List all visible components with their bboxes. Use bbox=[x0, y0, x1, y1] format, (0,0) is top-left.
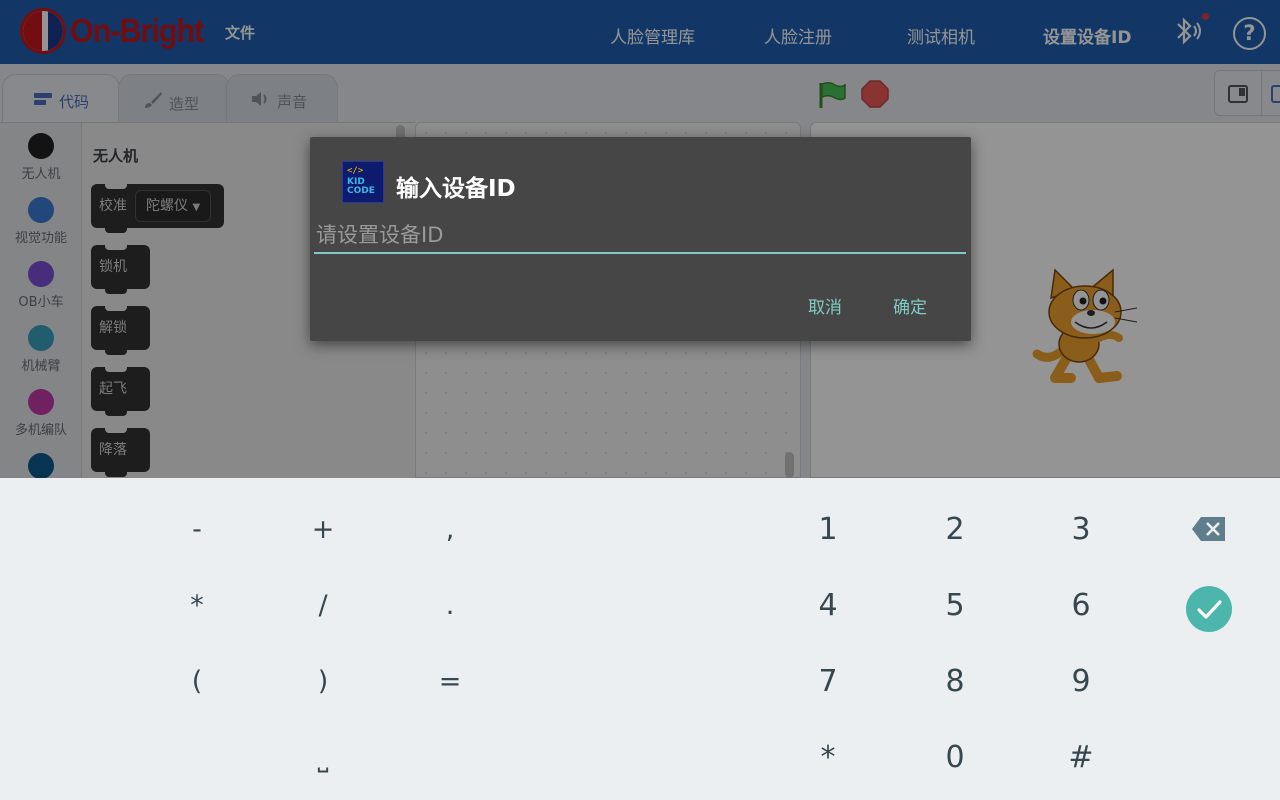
dialog-title: 输入设备ID bbox=[396, 176, 516, 202]
confirm-button[interactable]: 确定 bbox=[893, 293, 927, 318]
key-comma[interactable]: , bbox=[400, 500, 500, 560]
device-id-dialog: </> KID CODE 输入设备ID 取消 确定 bbox=[310, 137, 971, 341]
key-0[interactable]: 0 bbox=[905, 728, 1005, 788]
key-5[interactable]: 5 bbox=[905, 576, 1005, 636]
app-icon-code-glyph: </> bbox=[347, 166, 364, 176]
app-root: On-Bright 文件 人脸管理库 人脸注册 测试相机 设置设备ID ? 代码… bbox=[0, 0, 1280, 800]
backspace-icon[interactable] bbox=[1191, 516, 1227, 542]
checkmark-icon bbox=[1197, 600, 1222, 619]
key-9[interactable]: 9 bbox=[1031, 652, 1131, 712]
kidcode-app-icon: </> KID CODE bbox=[342, 161, 384, 203]
key-equals[interactable]: = bbox=[400, 652, 500, 712]
key-close-paren[interactable]: ) bbox=[273, 652, 373, 712]
app-icon-wordmark: KID CODE bbox=[347, 177, 375, 196]
key-8[interactable]: 8 bbox=[905, 652, 1005, 712]
key-open-paren[interactable]: ( bbox=[147, 652, 247, 712]
key-2[interactable]: 2 bbox=[905, 500, 1005, 560]
key-asterisk[interactable]: * bbox=[147, 576, 247, 636]
key-space[interactable]: ⎵ bbox=[273, 728, 373, 788]
key-star[interactable]: * bbox=[778, 728, 878, 788]
key-4[interactable]: 4 bbox=[778, 576, 878, 636]
key-7[interactable]: 7 bbox=[778, 652, 878, 712]
key-hash[interactable]: # bbox=[1031, 728, 1131, 788]
key-slash[interactable]: / bbox=[273, 576, 373, 636]
key-plus[interactable]: + bbox=[273, 500, 373, 560]
key-6[interactable]: 6 bbox=[1031, 576, 1131, 636]
cancel-button[interactable]: 取消 bbox=[808, 293, 842, 318]
enter-key[interactable] bbox=[1186, 586, 1232, 632]
key-3[interactable]: 3 bbox=[1031, 500, 1131, 560]
numeric-keyboard: - + , * / . ( ) = ⎵ 1 2 3 4 5 6 7 8 9 * … bbox=[0, 478, 1280, 800]
key-1[interactable]: 1 bbox=[778, 500, 878, 560]
key-period[interactable]: . bbox=[400, 576, 500, 636]
device-id-input[interactable] bbox=[314, 218, 966, 254]
key-minus[interactable]: - bbox=[147, 500, 247, 560]
